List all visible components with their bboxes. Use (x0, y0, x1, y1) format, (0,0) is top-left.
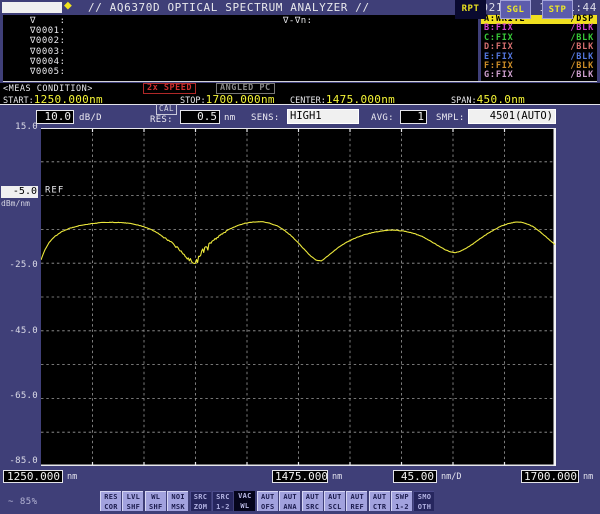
softkey-aut-src[interactable]: AUTSRC (302, 491, 323, 511)
res-unit: nm (224, 113, 235, 123)
avg-label: AVG: (371, 113, 394, 123)
marker-header: ∇ : (30, 16, 66, 26)
softkey-lvl-shf[interactable]: LVLSHF (122, 491, 143, 511)
trace-status-panel: A:WRITE/DSPB:FIX/BLKC:FIX/BLKD:FIX/BLKE:… (481, 15, 597, 81)
smpl-label: SMPL: (436, 113, 465, 123)
meas-field-value: 1250.000nm (34, 93, 103, 106)
meas-field-start: START:1250.000nm (3, 93, 103, 106)
meas-field-value: 1475.000nm (326, 93, 395, 106)
softkey-res-cor[interactable]: RESCOR (100, 491, 121, 511)
spectrum-graph[interactable]: REF (41, 128, 556, 466)
res-label: RES: (150, 115, 173, 125)
meas-field-stop: STOP:1700.000nm (180, 93, 275, 106)
soft-key-row: RESCORLVLSHFWLSHFNOIMSKSRCZOMSRC1-2VACWL… (100, 491, 434, 511)
meas-field-center: CENTER:1475.000nm (290, 93, 395, 106)
x-perdiv-value[interactable]: 45.00 (393, 470, 437, 483)
marker-row-3: ∇0003: (30, 47, 66, 57)
meas-field-label: STOP: (180, 96, 206, 106)
panel-separator (3, 81, 597, 82)
x-center-value[interactable]: 1475.000 (272, 470, 328, 483)
meas-field-label: SPAN: (451, 96, 477, 106)
y-axis-label--65.0: -65.0 (0, 391, 38, 401)
osa-screen: ◆ // AQ6370D OPTICAL SPECTRUM ANALYZER /… (0, 0, 600, 514)
meas-field-value: 450.0nm (477, 93, 525, 106)
softkey-aut-ref[interactable]: AUTREF (346, 491, 367, 511)
sweep-button-sgl[interactable]: SGL (500, 0, 531, 19)
marker-panel: ∇ : ∇-∇n: ∇0001:∇0002:∇0003:∇0004:∇0005: (3, 15, 478, 81)
ref-line-label: REF (45, 186, 64, 196)
softkey-aut-ctr[interactable]: AUTCTR (369, 491, 390, 511)
x-start-value[interactable]: 1250.000 (3, 470, 63, 483)
marker-row-1: ∇0001: (30, 26, 66, 36)
marker-row-4: ∇0004: (30, 57, 66, 67)
y-axis-label--25.0: -25.0 (0, 260, 38, 270)
ref-level-box[interactable]: -5.0 (1, 186, 38, 198)
sweep-button-rpt[interactable]: RPT (455, 0, 486, 19)
x-stop-value[interactable]: 1700.000 (521, 470, 579, 483)
softkey-aut-ofs[interactable]: AUTOFS (257, 491, 278, 511)
marker-row-5: ∇0005: (30, 67, 66, 77)
trace-label: G:FIX (484, 71, 514, 80)
avg-value[interactable]: 1 (400, 110, 427, 124)
x-start-unit: nm (67, 472, 77, 482)
trace-mode: /BLK (570, 71, 594, 80)
res-value[interactable]: 0.5 (180, 110, 220, 124)
smpl-value[interactable]: 4501(AUTO) (468, 109, 556, 124)
softkey-noi-msk[interactable]: NOIMSK (167, 491, 188, 511)
trace-row-g[interactable]: G:FIX/BLK (481, 71, 597, 80)
cal-indicator: CAL (156, 104, 177, 115)
meas-field-label: START: (3, 96, 34, 106)
sens-label: SENS: (251, 113, 280, 123)
memory-label-box (2, 2, 62, 13)
x-center-unit: nm (332, 472, 342, 482)
y-axis-top-label: 15.0 (0, 122, 38, 132)
softkey-wl-shf[interactable]: WLSHF (145, 491, 166, 511)
softkey-aut-scl[interactable]: AUTSCL (324, 491, 345, 511)
level-scale-unit: dB/D (79, 113, 102, 123)
softkey-vac-wl[interactable]: VACWL (234, 491, 255, 511)
softkey-src-1-2[interactable]: SRC1-2 (212, 491, 233, 511)
y-axis-label--45.0: -45.0 (0, 326, 38, 336)
marker-delta-header: ∇-∇n: (283, 16, 313, 26)
marker-row-2: ∇0002: (30, 36, 66, 46)
meas-field-value: 1700.000nm (206, 93, 275, 106)
softkey-src-zom[interactable]: SRCZOM (190, 491, 211, 511)
meas-condition-bar: <MEAS CONDITION> 2x SPEED ANGLED PC STAR… (0, 83, 600, 105)
meas-field-label: CENTER: (290, 96, 326, 106)
sweep-progress: ~ 85% (8, 497, 38, 507)
sens-value[interactable]: HIGH1 (287, 109, 359, 124)
y-axis-label--85.0: -85.0 (0, 456, 38, 466)
softkey-smo-oth[interactable]: SMOOTH (413, 491, 434, 511)
meas-field-span: SPAN:450.0nm (451, 93, 525, 106)
x-perdiv-unit: nm/D (441, 472, 461, 482)
sweep-diamond-icon: ◆ (64, 0, 72, 13)
sweep-button-stp[interactable]: STP (542, 0, 573, 19)
y-axis-unit: dBm/nm (1, 199, 30, 208)
level-scale-value[interactable]: 10.0 (36, 110, 74, 124)
softkey-aut-ana[interactable]: AUTANA (279, 491, 300, 511)
x-stop-unit: nm (583, 472, 593, 482)
softkey-swp-1-2[interactable]: SWP1-2 (391, 491, 412, 511)
datetime: 2021 Sep 14 11:44 (474, 1, 597, 14)
page-title: // AQ6370D OPTICAL SPECTRUM ANALYZER // (88, 1, 370, 14)
